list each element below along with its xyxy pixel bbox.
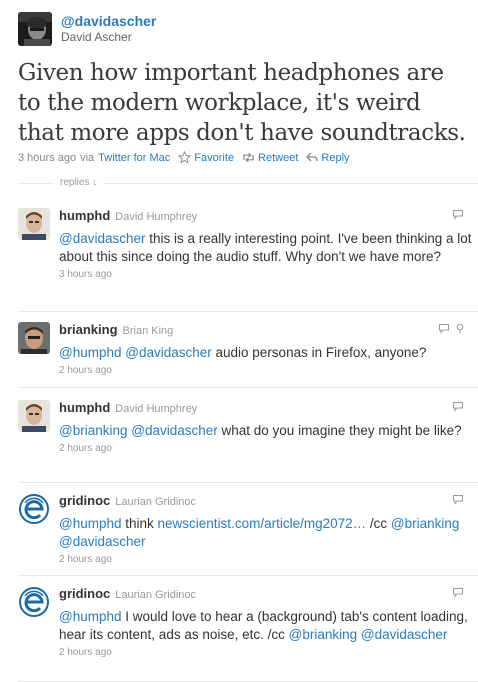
- reply-timestamp[interactable]: 2 hours ago: [59, 365, 474, 376]
- reply-handle[interactable]: gridinoc: [59, 493, 110, 509]
- main-tweet-header: @davidascher David Ascher: [18, 12, 156, 46]
- reply-author-name: Laurian Gridinoc: [115, 496, 196, 508]
- reply-actions: [446, 401, 464, 412]
- reply-header: gridinoc Laurian Gridinoc: [59, 493, 474, 510]
- reply-divider: [18, 311, 478, 312]
- reply-author-name: Brian King: [122, 325, 174, 337]
- reply-item: humphd David Humphrey @davidascher this is…: [18, 208, 478, 312]
- reply-link[interactable]: @brianking: [289, 627, 358, 642]
- reply-text: @davidascher this is a really interestin…: [59, 230, 474, 266]
- reply-text-part: audio personas in Firefox, anyone?: [211, 345, 427, 360]
- reply-link[interactable]: @brianking: [59, 423, 128, 438]
- tweet-meta: 3 hours ago via Twitter for Mac Favorite…: [18, 151, 350, 164]
- reply-actions: [432, 323, 464, 334]
- reply-item: gridinoc Laurian Gridinoc @humphd I would …: [18, 586, 478, 682]
- reply-button[interactable]: Reply: [306, 151, 350, 164]
- reply-link[interactable]: @davidascher: [125, 345, 212, 360]
- avatar[interactable]: [18, 400, 50, 432]
- reply-actions: [446, 209, 464, 220]
- location-icon[interactable]: [456, 323, 464, 334]
- reply-actions: [446, 587, 464, 598]
- reply-link[interactable]: @davidascher: [59, 231, 146, 246]
- reply-body: humphd David Humphrey @davidascher this is…: [59, 208, 474, 280]
- favorite-label: Favorite: [194, 151, 235, 164]
- replies-toggle[interactable]: replies ↓: [54, 177, 104, 188]
- reply-timestamp[interactable]: 2 hours ago: [59, 554, 474, 565]
- retweet-button[interactable]: Retweet: [242, 152, 298, 164]
- reply-actions: [446, 494, 464, 505]
- author-handle[interactable]: @davidascher: [61, 13, 156, 29]
- tweet-timestamp[interactable]: 3 hours ago: [18, 152, 76, 164]
- reply-text: @brianking @davidascher what do you imag…: [59, 422, 474, 440]
- reply-author-name: Laurian Gridinoc: [115, 589, 196, 601]
- avatar[interactable]: [18, 322, 50, 354]
- reply-text: @humphd I would love to hear a (backgrou…: [59, 608, 474, 644]
- reply-header: humphd David Humphrey: [59, 208, 474, 225]
- reply-header: gridinoc Laurian Gridinoc: [59, 586, 474, 603]
- reply-timestamp[interactable]: 2 hours ago: [59, 443, 474, 454]
- star-icon: [178, 151, 192, 164]
- reply-header: brianking Brian King: [59, 322, 474, 339]
- reply-icon[interactable]: [452, 494, 464, 505]
- reply-timestamp[interactable]: 2 hours ago: [59, 647, 474, 658]
- reply-body: brianking Brian King @humphd @davidascher …: [59, 322, 474, 376]
- reply-divider: [18, 387, 478, 388]
- source-app-link[interactable]: Twitter for Mac: [98, 152, 170, 164]
- reply-link[interactable]: @humphd: [59, 345, 122, 360]
- reply-header: humphd David Humphrey: [59, 400, 474, 417]
- avatar[interactable]: [18, 12, 52, 46]
- avatar[interactable]: [18, 586, 50, 618]
- reply-icon[interactable]: [452, 401, 464, 412]
- reply-body: gridinoc Laurian Gridinoc @humphd I would …: [59, 586, 474, 658]
- reply-item: brianking Brian King @humphd @davidascher …: [18, 322, 478, 388]
- retweet-icon: [243, 152, 254, 163]
- reply-link[interactable]: @davidascher: [361, 627, 448, 642]
- reply-link[interactable]: @davidascher: [59, 534, 146, 549]
- reply-item: gridinoc Laurian Gridinoc @humphd think ne…: [18, 493, 478, 576]
- reply-icon[interactable]: [438, 323, 450, 334]
- reply-text: @humphd @davidascher audio personas in F…: [59, 344, 474, 362]
- reply-link[interactable]: @brianking: [391, 516, 460, 531]
- reply-link[interactable]: @humphd: [59, 516, 122, 531]
- avatar[interactable]: [18, 208, 50, 240]
- reply-body: humphd David Humphrey @brianking @davidasc…: [59, 400, 474, 454]
- reply-body: gridinoc Laurian Gridinoc @humphd think ne…: [59, 493, 474, 565]
- reply-label: Reply: [321, 151, 350, 164]
- reply-link[interactable]: @davidascher: [131, 423, 218, 438]
- favorite-button[interactable]: Favorite: [178, 151, 234, 164]
- reply-divider: [18, 482, 478, 483]
- reply-author-name: David Humphrey: [115, 211, 198, 223]
- reply-handle[interactable]: gridinoc: [59, 586, 110, 602]
- reply-text-part: /cc: [366, 516, 391, 531]
- reply-link[interactable]: newscientist.com/article/mg2072…: [158, 516, 367, 531]
- reply-handle[interactable]: humphd: [59, 400, 110, 416]
- reply-icon[interactable]: [452, 587, 464, 598]
- reply-text: @humphd think newscientist.com/article/m…: [59, 515, 474, 551]
- reply-link[interactable]: @humphd: [59, 609, 122, 624]
- via-label: via: [80, 151, 95, 164]
- reply-timestamp[interactable]: 3 hours ago: [59, 269, 474, 280]
- reply-icon[interactable]: [452, 209, 464, 220]
- tweet-text: Given how important headphones are to th…: [18, 60, 466, 146]
- author-name: David Ascher: [61, 30, 132, 44]
- reply-text-part: what do you imagine they might be like?: [217, 423, 462, 438]
- reply-author-name: David Humphrey: [115, 403, 198, 415]
- reply-item: humphd David Humphrey @brianking @davidasc…: [18, 400, 478, 483]
- reply-arrow-icon: [306, 152, 319, 162]
- avatar[interactable]: [18, 493, 50, 525]
- reply-handle[interactable]: humphd: [59, 208, 110, 224]
- reply-text-part: think: [121, 516, 158, 531]
- reply-handle[interactable]: brianking: [59, 322, 118, 338]
- reply-divider: [18, 575, 478, 576]
- retweet-label: Retweet: [258, 151, 299, 164]
